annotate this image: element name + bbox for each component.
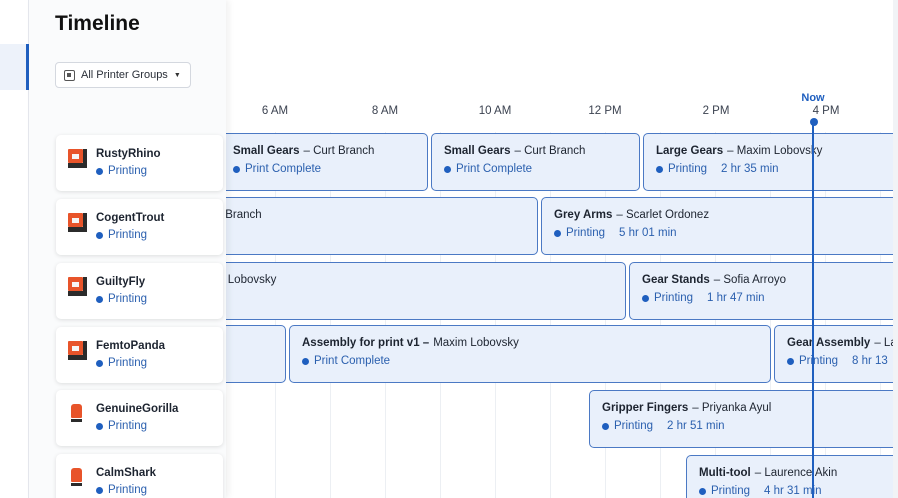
printer-name: RustyRhino (96, 148, 161, 160)
printer-card[interactable]: FemtoPanda Printing (56, 327, 223, 383)
printer-group-icon (64, 69, 75, 81)
status-dot (656, 165, 663, 173)
printer-name: GuiltyFly (96, 276, 146, 288)
status-dot (233, 165, 240, 173)
time-tick: 4 PM (812, 105, 840, 117)
job-status: Print Complete (245, 163, 322, 175)
printer-status: Printing (96, 165, 147, 177)
job-owner: – Curt Branch (303, 145, 375, 157)
printer-panel: Timeline All Printer Groups ▼ RustyRhino… (29, 0, 226, 498)
job-status: Printing (614, 420, 653, 432)
time-remaining: 2 hr 51 min (667, 420, 725, 432)
job-owner: Maxim Lobovsky (433, 337, 519, 349)
printer-group-select[interactable]: All Printer Groups ▼ (55, 62, 191, 88)
job-title: Grey Arms (554, 209, 613, 221)
printer-icon (68, 468, 87, 487)
printer-status: Printing (96, 420, 147, 432)
status-dot (554, 229, 561, 237)
printer-icon (68, 404, 87, 423)
job-title: Small Gears (233, 145, 300, 157)
printer-card[interactable]: GuiltyFly Printing (56, 263, 223, 319)
job-card[interactable]: Small Gears – Curt Branch Print Complete (431, 133, 640, 191)
printer-name: CogentTrout (96, 212, 165, 224)
job-title: Large Gears (656, 145, 724, 157)
job-card[interactable]: Small Gears – Curt Branch Print Complete (226, 133, 428, 191)
printer-status: Printing (96, 357, 147, 369)
chevron-down-icon: ▼ (173, 71, 181, 79)
job-owner: – Scarlet Ordonez (616, 209, 710, 221)
job-title: Gripper Fingers (602, 402, 689, 414)
job-card[interactable]: Grey Arms – Scarlet Ordonez Printing 5 hr … (541, 197, 893, 255)
printer-status: Printing (96, 229, 147, 241)
printer-name: CalmShark (96, 467, 157, 479)
job-card[interactable]: Gear Assembly– La Printing 8 hr 13 (774, 325, 893, 383)
job-owner: – Priyanka Ayul (692, 402, 772, 414)
job-status: Printing (668, 163, 707, 175)
time-remaining: 2 hr 35 min (721, 163, 779, 175)
printer-status: Printing (96, 484, 147, 496)
job-owner: rt Branch (226, 209, 262, 221)
status-dot (787, 357, 794, 365)
job-title: Gear Assembly (787, 337, 871, 349)
job-title: Small Gears (444, 145, 511, 157)
job-owner: m Lobovsky (226, 274, 277, 286)
job-owner: – Laurence Akin (754, 467, 838, 479)
job-owner: – Maxim Lobovsky (727, 145, 823, 157)
job-card[interactable]: Gear Stands – Sofia Arroyo Printing 1 hr 4… (629, 262, 893, 320)
printer-icon (68, 149, 87, 168)
job-status: Printing (654, 292, 693, 304)
job-card[interactable]: Gripper Fingers – Priyanka Ayul Printing 2… (589, 390, 893, 448)
printer-icon (68, 213, 87, 232)
nav-active-indicator[interactable] (0, 44, 29, 90)
job-card[interactable] (226, 325, 286, 383)
job-card[interactable]: Large Gears – Maxim Lobovsky Printing 2 hr… (643, 133, 893, 191)
status-dot (699, 487, 706, 495)
time-remaining: 8 hr 13 (852, 355, 888, 367)
time-tick: 12 PM (588, 105, 622, 117)
job-status: Printing (799, 355, 838, 367)
timeline-app: 6 AM 8 AM 10 AM 12 PM 2 PM 4 PM Small Ge… (0, 0, 898, 498)
job-title: Assembly for print v1 – (302, 337, 430, 349)
printer-card[interactable]: RustyRhino Printing (56, 135, 223, 191)
printer-icon (68, 341, 87, 360)
time-remaining: 5 hr 01 min (619, 227, 677, 239)
status-dot (642, 294, 649, 302)
job-owner: – La (874, 337, 893, 349)
printer-status: Printing (96, 293, 147, 305)
job-card[interactable]: Assembly for print v1 – Maxim Lobovsky Pr… (289, 325, 771, 383)
job-card[interactable]: rt Branch (226, 197, 538, 255)
job-owner: – Sofia Arroyo (713, 274, 786, 286)
time-tick: 2 PM (702, 105, 730, 117)
now-label: Now (801, 92, 825, 104)
scroll-edge (893, 0, 898, 498)
job-status: Print Complete (314, 355, 391, 367)
timeline-grid: 6 AM 8 AM 10 AM 12 PM 2 PM 4 PM Small Ge… (226, 0, 893, 498)
job-status: Printing (711, 485, 750, 497)
job-status: Print Complete (456, 163, 533, 175)
now-marker-line (812, 122, 814, 498)
time-tick: 10 AM (478, 105, 512, 117)
page-title: Timeline (55, 12, 140, 35)
job-owner: – Curt Branch (514, 145, 586, 157)
job-title: Multi-tool (699, 467, 751, 479)
status-dot (602, 422, 609, 430)
left-nav (0, 0, 29, 498)
job-status: Printing (566, 227, 605, 239)
printer-card[interactable]: CogentTrout Printing (56, 199, 223, 255)
status-dot (302, 357, 309, 365)
time-tick: 8 AM (371, 105, 399, 117)
status-dot (444, 165, 451, 173)
job-title: Gear Stands (642, 274, 710, 286)
printer-card[interactable]: GenuineGorilla Printing (56, 390, 223, 446)
time-tick: 6 AM (261, 105, 289, 117)
time-remaining: 1 hr 47 min (707, 292, 765, 304)
printer-icon (68, 277, 87, 296)
printer-name: GenuineGorilla (96, 403, 179, 415)
job-card[interactable]: Multi-tool – Laurence Akin Printing 4 hr 3… (686, 455, 893, 498)
printer-name: FemtoPanda (96, 340, 166, 352)
printer-card[interactable]: CalmShark Printing (56, 454, 223, 498)
job-card[interactable]: m Lobovsky (226, 262, 626, 320)
printer-group-label: All Printer Groups (81, 69, 168, 81)
